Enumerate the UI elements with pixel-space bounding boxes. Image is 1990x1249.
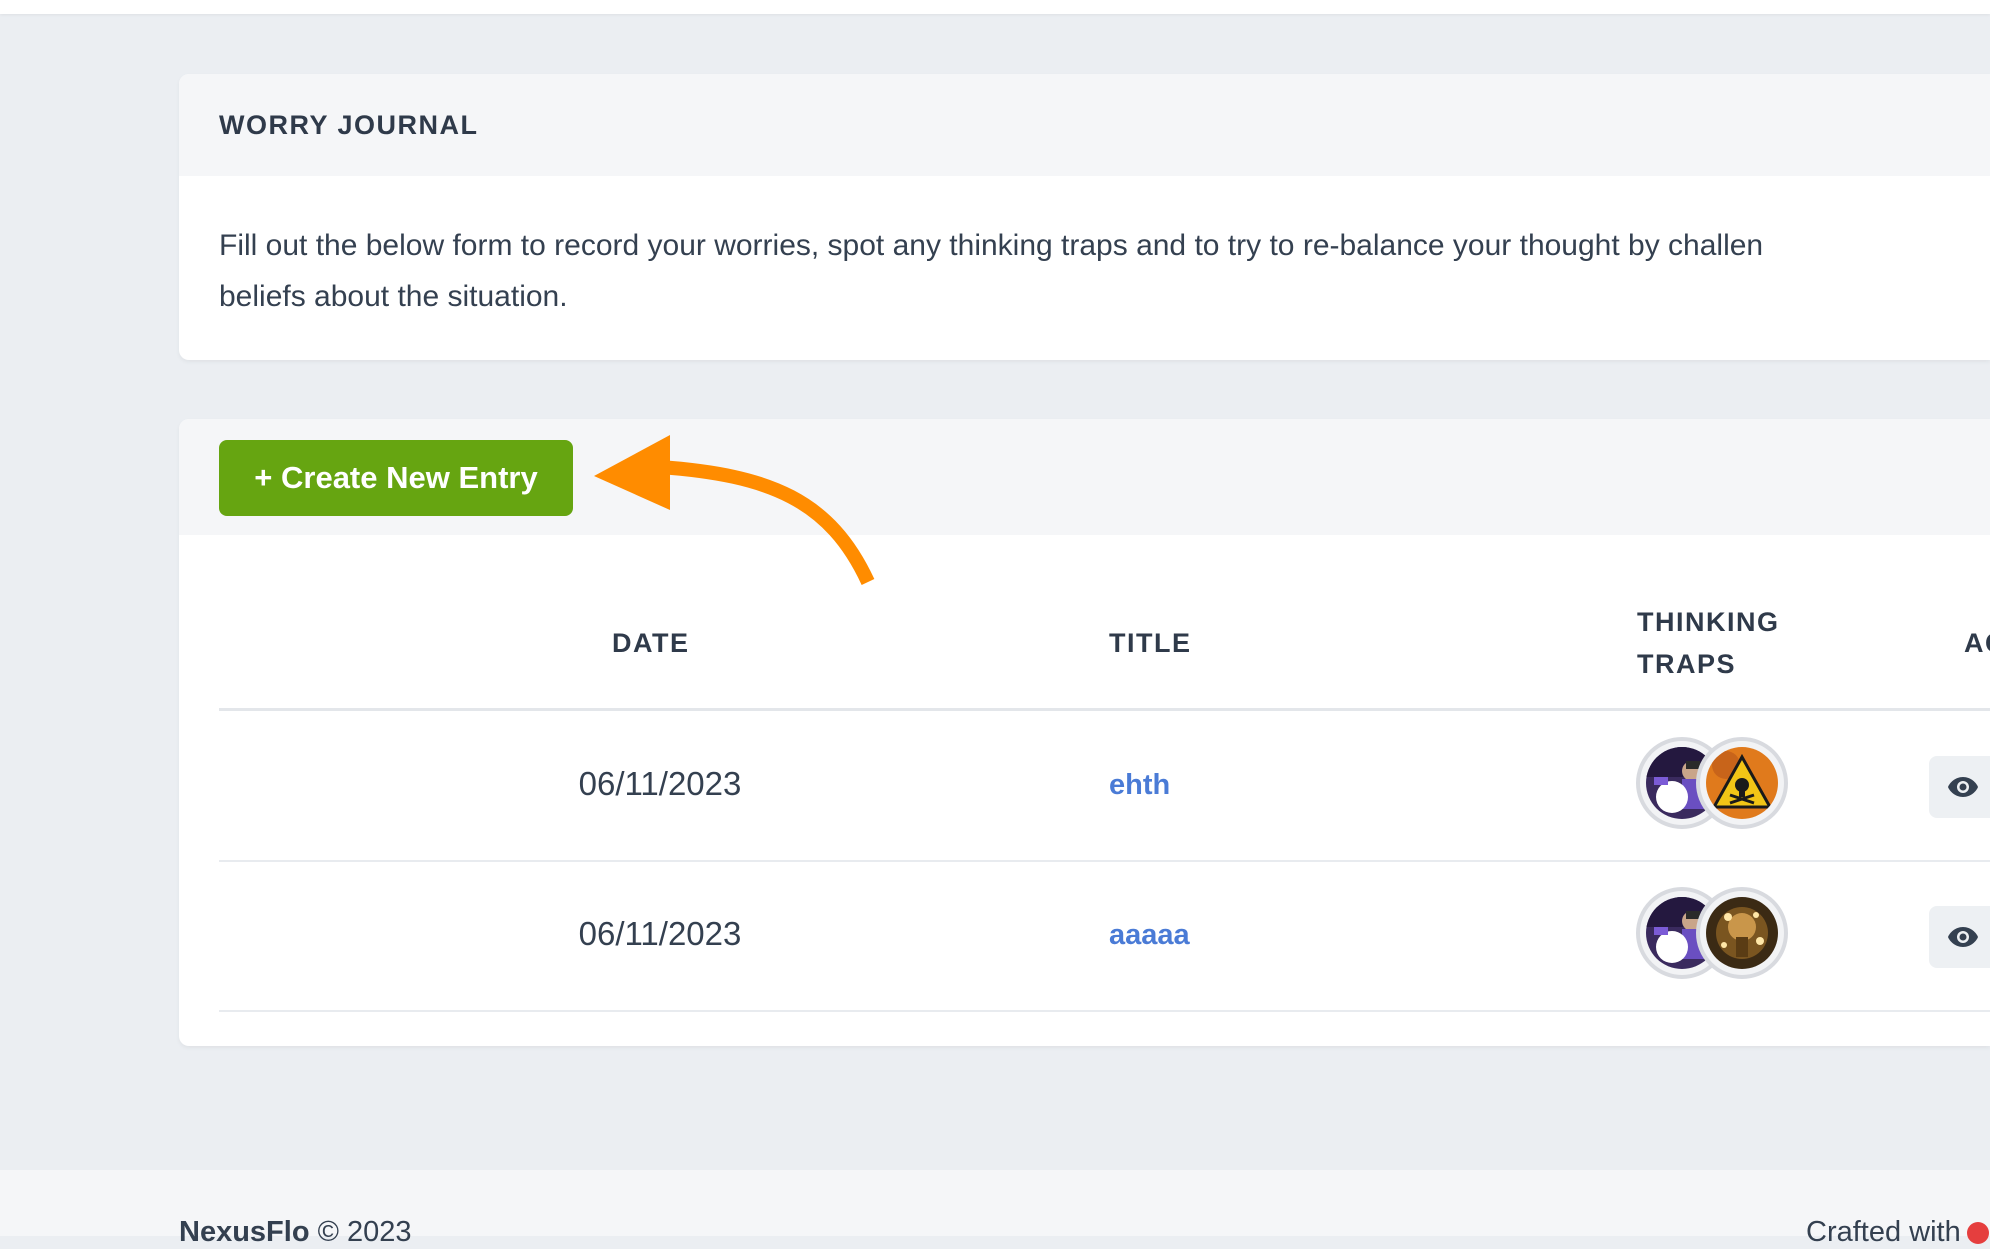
thinking-trap-avatar[interactable] [1696,887,1788,979]
page-footer: NexusFlo © 2023 Crafted with [0,1170,1990,1248]
description-line-2: beliefs about the situation. [219,280,568,313]
eye-icon [1948,777,1978,797]
table-header-divider [219,708,1990,711]
entry-title-link[interactable]: aaaaa [1109,919,1190,952]
footer-crafted: Crafted with [1806,1216,1989,1249]
column-header-traps-line2: TRAPS [1637,649,1737,679]
view-entry-button[interactable] [1929,756,1990,818]
footer-copyright: NexusFlo © 2023 [179,1216,412,1249]
create-new-entry-button[interactable]: + Create New Entry [219,440,573,516]
footer-brand[interactable]: NexusFlo [179,1216,310,1248]
column-header-thinking-traps: THINKING TRAPS [1637,601,1780,685]
entry-date: 06/11/2023 [578,765,742,802]
thinking-trap-avatar[interactable] [1696,737,1788,829]
description-line-1: Fill out the below form to record your w… [219,229,1764,262]
hazard-sign-thumbnail-icon [1706,747,1778,819]
sparkler-thumbnail-icon [1706,897,1778,969]
journal-intro-card: WORRY JOURNAL Fill out the below form to… [179,74,1990,360]
column-header-title[interactable]: TITLE [1109,622,1192,664]
entries-card: + Create New Entry DATE TITLE THINKING T… [179,419,1990,1046]
eye-icon [1948,927,1978,947]
create-new-entry-label: + Create New Entry [254,460,538,495]
column-header-date[interactable]: DATE [612,622,690,664]
row-divider [219,860,1990,862]
journal-description: Fill out the below form to record your w… [179,176,1990,322]
journal-card-header: WORRY JOURNAL [179,74,1990,176]
row-divider [219,1010,1990,1012]
footer-crafted-text: Crafted with [1806,1216,1961,1248]
column-header-actions: AC [1964,628,1990,658]
heart-icon [1966,1222,1989,1245]
entry-date: 06/11/2023 [578,915,742,952]
entry-title-link[interactable]: ehth [1109,769,1170,802]
top-navbar-edge [0,0,1990,14]
column-header-traps-line1: THINKING [1637,607,1780,637]
footer-copyright-year: © 2023 [317,1216,412,1248]
page-title: WORRY JOURNAL [219,109,479,140]
view-entry-button[interactable] [1929,906,1990,968]
entries-toolbar: + Create New Entry [179,419,1990,535]
